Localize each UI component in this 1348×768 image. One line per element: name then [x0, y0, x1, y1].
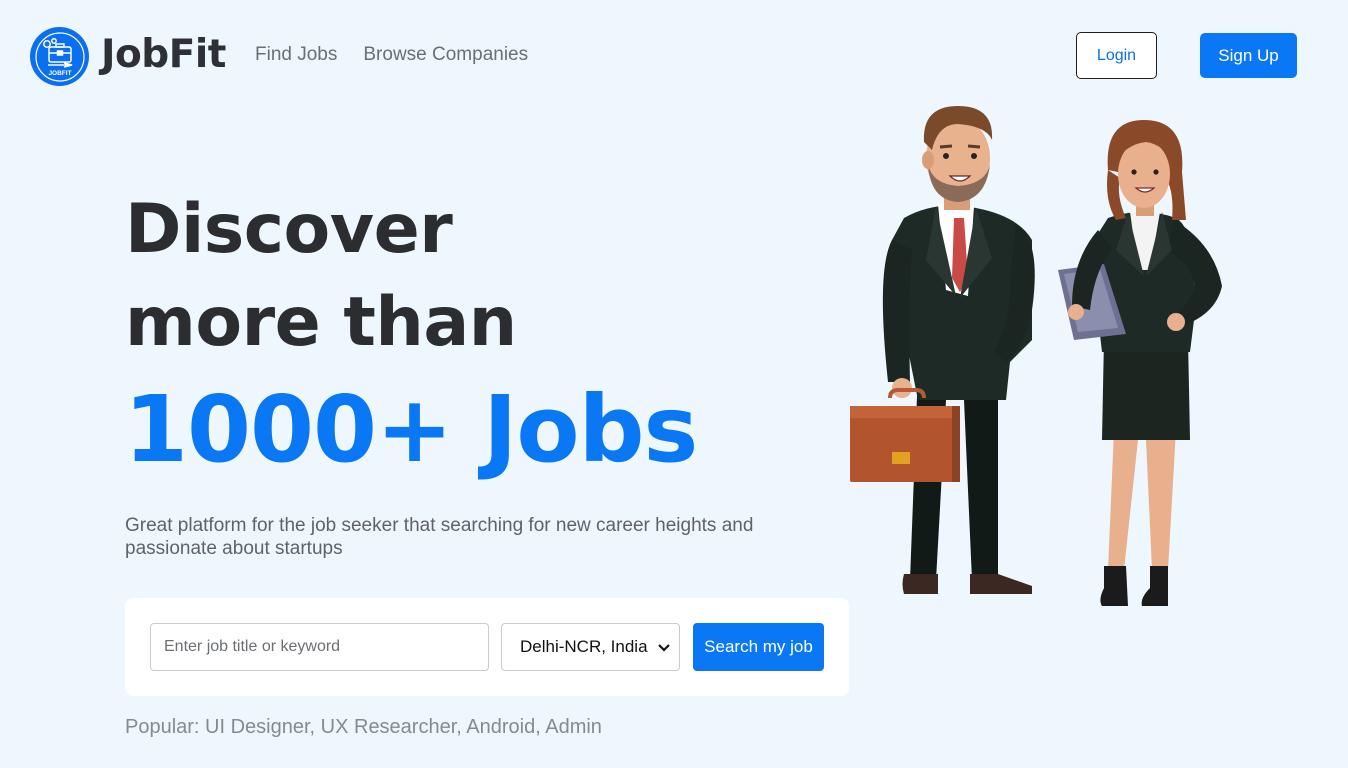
- logo-icon[interactable]: JOBFIT: [30, 27, 89, 86]
- businesswoman-figure: [1058, 120, 1222, 606]
- search-button[interactable]: Search my job: [693, 623, 824, 671]
- logo-text: JOBFIT: [48, 70, 71, 77]
- nav-browse-companies[interactable]: Browse Companies: [363, 43, 528, 67]
- brand-name[interactable]: JobFit: [101, 27, 226, 83]
- hero-description: Great platform for the job seeker that s…: [125, 515, 754, 559]
- location-select[interactable]: Delhi-NCR, India: [501, 623, 680, 671]
- businessman-figure: [850, 106, 1035, 594]
- job-search-card: Delhi-NCR, India Search my job: [125, 598, 849, 696]
- hero-heading-highlight: 1000+ Jobs: [124, 376, 698, 483]
- business-people-illustration: [850, 106, 1222, 606]
- signup-button[interactable]: Sign Up: [1200, 33, 1297, 78]
- landing-page: JOBFIT JobFit Find Jobs Browse Companies…: [0, 0, 1348, 768]
- hero-heading-line2: more than: [125, 283, 517, 362]
- location-select-value: Delhi-NCR, India: [520, 637, 648, 656]
- chevron-down-icon: [658, 644, 670, 652]
- main-nav: Find Jobs Browse Companies: [255, 43, 528, 67]
- nav-find-jobs[interactable]: Find Jobs: [255, 43, 337, 67]
- job-search-input[interactable]: [150, 623, 489, 671]
- login-button[interactable]: Login: [1076, 32, 1157, 79]
- popular-searches: Popular: UI Designer, UX Researcher, And…: [125, 716, 602, 738]
- hero-heading-line1: Discover: [125, 190, 453, 269]
